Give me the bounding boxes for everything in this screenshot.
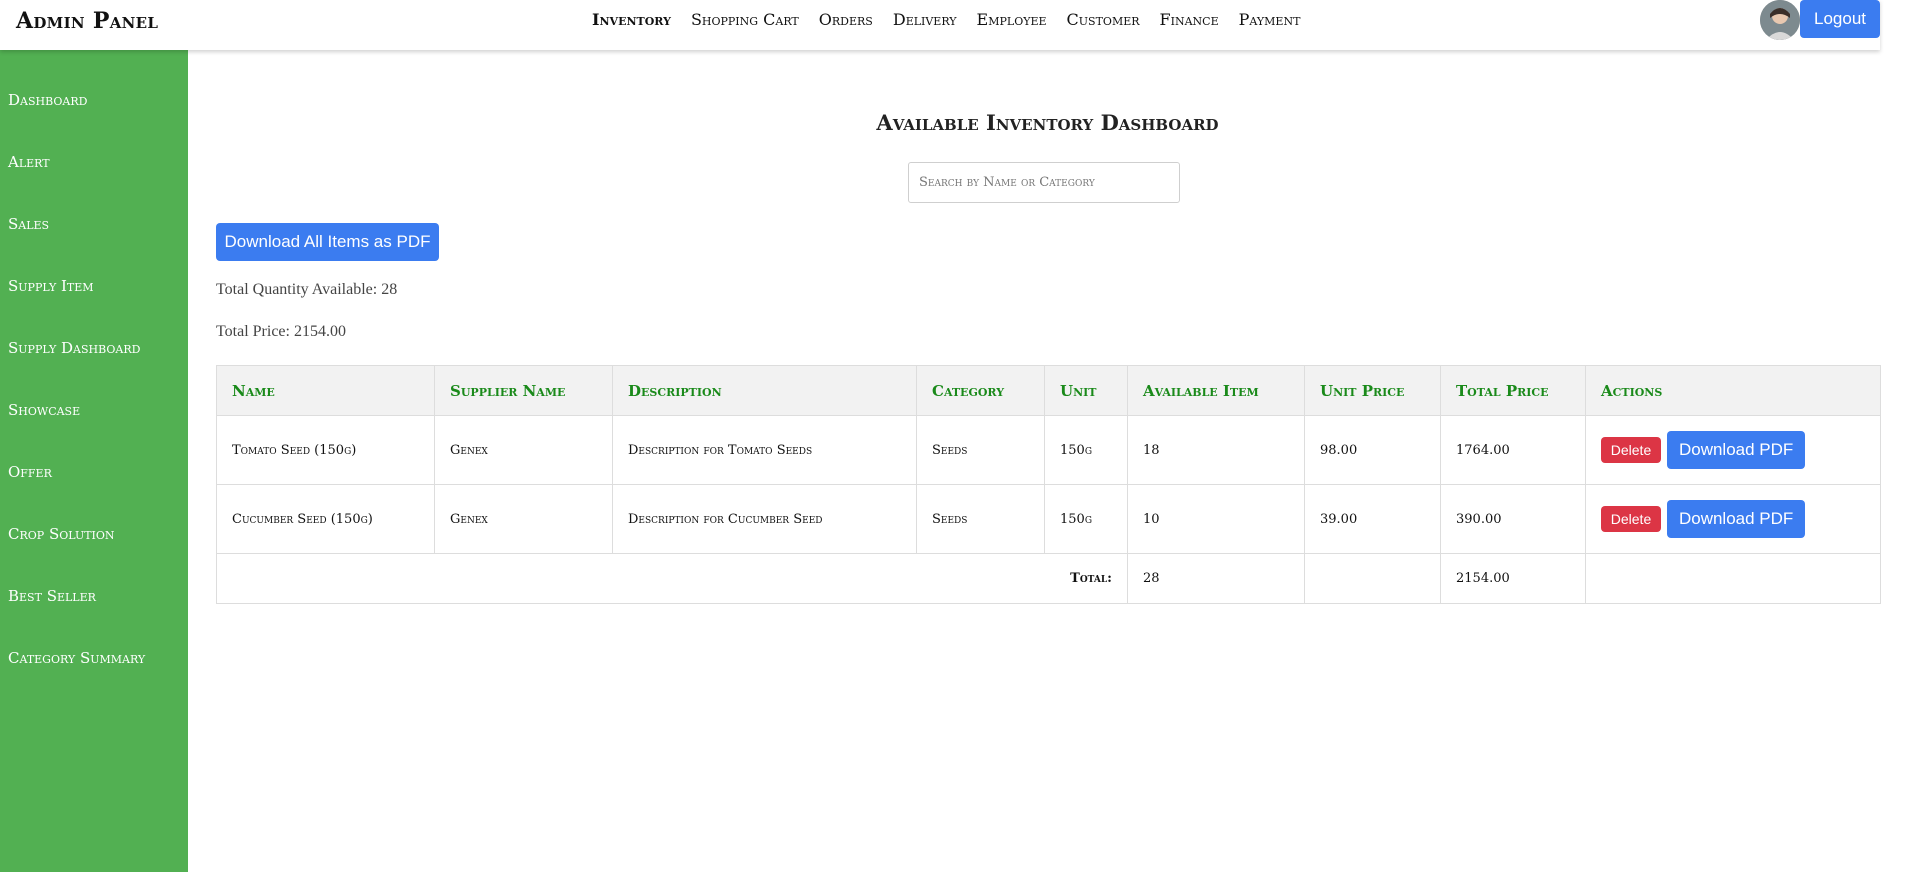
- sidebar-item-supply-dashboard[interactable]: Supply Dashboard: [8, 338, 140, 358]
- column-header-supplier-name: Supplier Name: [434, 365, 613, 416]
- cell-available: 10: [1127, 484, 1305, 554]
- sidebar: Dashboard Alert Sales Supply Item Supply…: [0, 50, 188, 872]
- avatar[interactable]: [1760, 0, 1800, 40]
- sidebar-item-alert[interactable]: Alert: [8, 152, 50, 172]
- logout-button[interactable]: Logout: [1800, 0, 1880, 38]
- nav-payment[interactable]: Payment: [1239, 10, 1301, 30]
- top-navbar: Admin Panel Inventory Shopping Cart Orde…: [0, 0, 1880, 50]
- download-pdf-button[interactable]: Download PDF: [1667, 500, 1806, 538]
- nav-customer[interactable]: Customer: [1067, 10, 1140, 30]
- cell-actions: Delete Download PDF: [1585, 484, 1881, 554]
- total-price-value: 2154.00: [1440, 553, 1586, 604]
- cell-unit: 150g: [1044, 415, 1128, 485]
- column-header-actions: Actions: [1585, 365, 1881, 416]
- table-row: Cucumber Seed (150g) Genex Description f…: [216, 484, 1881, 554]
- total-price-text: Total Price: 2154.00: [216, 323, 346, 340]
- delete-button[interactable]: Delete: [1601, 437, 1661, 463]
- delete-button[interactable]: Delete: [1601, 506, 1661, 532]
- sidebar-item-showcase[interactable]: Showcase: [8, 400, 80, 420]
- brand-title: Admin Panel: [16, 8, 159, 34]
- sidebar-item-dashboard[interactable]: Dashboard: [8, 90, 87, 110]
- nav-inventory[interactable]: Inventory: [592, 10, 671, 30]
- cell-total-price: 390.00: [1440, 484, 1586, 554]
- sidebar-item-category-summary[interactable]: Category Summary: [8, 648, 145, 668]
- nav-employee[interactable]: Employee: [977, 10, 1047, 30]
- cell-description: Description for Tomato Seeds: [612, 415, 917, 485]
- column-header-total-price: Total Price: [1440, 365, 1586, 416]
- column-header-category: Category: [916, 365, 1045, 416]
- cell-total-price: 1764.00: [1440, 415, 1586, 485]
- cell-unit: 150g: [1044, 484, 1128, 554]
- column-header-unit-price: Unit Price: [1304, 365, 1441, 416]
- table-row: Tomato Seed (150g) Genex Description for…: [216, 415, 1881, 485]
- sidebar-item-sales[interactable]: Sales: [8, 214, 49, 234]
- nav-finance[interactable]: Finance: [1160, 10, 1219, 30]
- cell-supplier: Genex: [434, 484, 613, 554]
- download-all-pdf-button[interactable]: Download All Items as PDF: [216, 223, 439, 261]
- cell-actions: Delete Download PDF: [1585, 415, 1881, 485]
- cell-unit-price: 98.00: [1304, 415, 1441, 485]
- table-total-row: Total: 28 2154.00: [216, 553, 1881, 604]
- sidebar-item-offer[interactable]: Offer: [8, 462, 52, 482]
- column-header-name: Name: [216, 365, 435, 416]
- main-content: Available Inventory Dashboard Download A…: [188, 50, 1907, 872]
- total-quantity-text: Total Quantity Available: 28: [216, 281, 398, 298]
- total-empty-cell: [1304, 553, 1441, 604]
- cell-category: Seeds: [916, 415, 1045, 485]
- download-pdf-button[interactable]: Download PDF: [1667, 431, 1806, 469]
- sidebar-item-supply-item[interactable]: Supply Item: [8, 276, 94, 296]
- cell-supplier: Genex: [434, 415, 613, 485]
- column-header-description: Description: [612, 365, 917, 416]
- cell-name: Tomato Seed (150g): [216, 415, 435, 485]
- sidebar-item-best-seller[interactable]: Best Seller: [8, 586, 96, 606]
- cell-description: Description for Cucumber Seed: [612, 484, 917, 554]
- column-header-available-item: Available Item: [1127, 365, 1305, 416]
- table-header-row: Name Supplier Name Description Category …: [216, 365, 1881, 416]
- column-header-unit: Unit: [1044, 365, 1128, 416]
- inventory-table: Name Supplier Name Description Category …: [216, 365, 1881, 604]
- cell-unit-price: 39.00: [1304, 484, 1441, 554]
- search-input[interactable]: [908, 162, 1180, 203]
- total-empty-cell: [1585, 553, 1881, 604]
- cell-name: Cucumber Seed (150g): [216, 484, 435, 554]
- nav-shopping-cart[interactable]: Shopping Cart: [691, 10, 799, 30]
- cell-available: 18: [1127, 415, 1305, 485]
- total-available-value: 28: [1127, 553, 1305, 604]
- total-label: Total:: [216, 553, 1128, 604]
- main-nav: Inventory Shopping Cart Orders Delivery …: [592, 10, 1320, 30]
- sidebar-item-crop-solution[interactable]: Crop Solution: [8, 524, 115, 544]
- nav-orders[interactable]: Orders: [819, 10, 873, 30]
- page-title: Available Inventory Dashboard: [876, 110, 1219, 135]
- nav-delivery[interactable]: Delivery: [893, 10, 957, 30]
- cell-category: Seeds: [916, 484, 1045, 554]
- user-avatar-icon: [1760, 0, 1800, 40]
